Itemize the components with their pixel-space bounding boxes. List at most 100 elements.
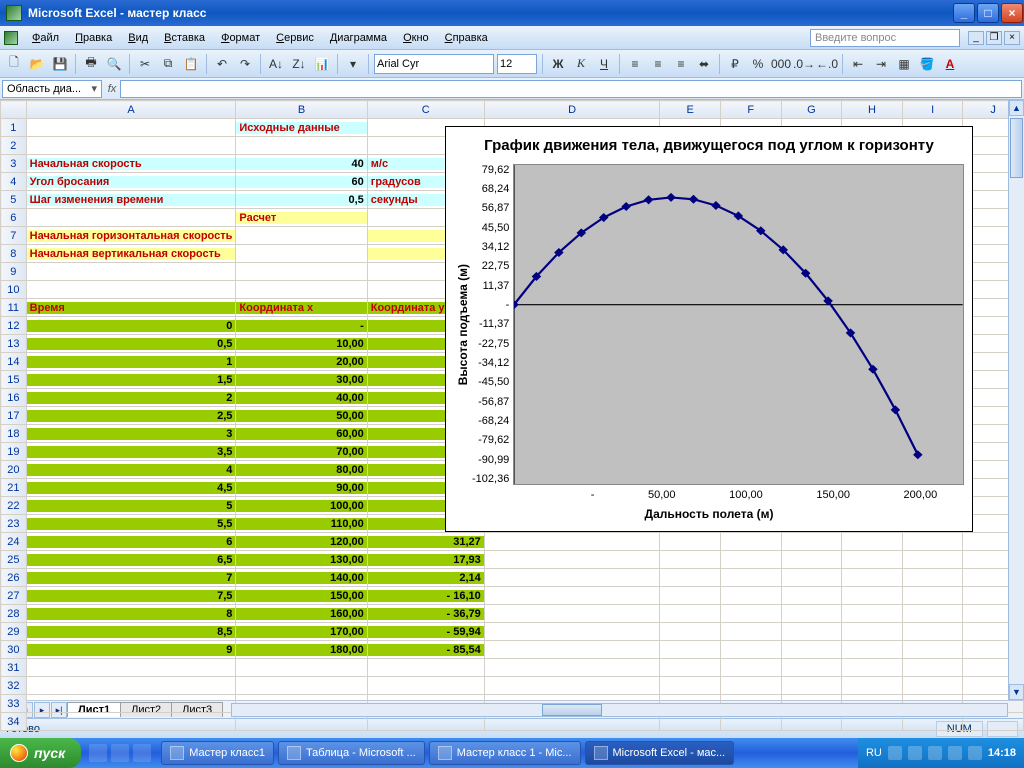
cell[interactable]: 110,00 xyxy=(236,518,366,530)
cell[interactable]: 2,5 xyxy=(27,410,236,422)
window-minimize-button[interactable]: _ xyxy=(953,3,975,23)
cell[interactable]: 50,00 xyxy=(236,410,366,422)
open-file-icon[interactable]: 📂 xyxy=(27,54,47,74)
start-button[interactable]: пуск xyxy=(0,738,81,768)
cell[interactable]: 9 xyxy=(27,644,236,656)
fx-icon[interactable]: fx xyxy=(104,83,120,95)
row-header-17[interactable]: 17 xyxy=(1,407,27,425)
cell[interactable]: 0,5 xyxy=(236,194,366,206)
cell[interactable]: 10,00 xyxy=(236,338,366,350)
ql-ie-icon[interactable] xyxy=(111,744,129,762)
currency-icon[interactable]: ₽ xyxy=(725,54,745,74)
cell[interactable]: 40 xyxy=(236,158,366,170)
scroll-up-button[interactable]: ▲ xyxy=(1009,100,1024,116)
sort-desc-icon[interactable]: Z↓ xyxy=(289,54,309,74)
cell[interactable]: Координата x xyxy=(236,302,366,314)
paste-icon[interactable]: 📋 xyxy=(181,54,201,74)
window-close-button[interactable]: × xyxy=(1001,3,1023,23)
row-header-26[interactable]: 26 xyxy=(1,569,27,587)
cell[interactable]: 2 xyxy=(27,392,236,404)
vertical-scrollbar[interactable]: ▲ ▼ xyxy=(1008,100,1024,700)
cell[interactable]: 0 xyxy=(27,320,236,332)
row-header-31[interactable]: 31 xyxy=(1,659,27,677)
ql-media-icon[interactable] xyxy=(133,744,151,762)
italic-button[interactable]: К xyxy=(571,54,591,74)
col-header-E[interactable]: E xyxy=(660,101,721,119)
cell[interactable]: 30,00 xyxy=(236,374,366,386)
window-maximize-button[interactable]: □ xyxy=(977,3,999,23)
increase-indent-icon[interactable]: ⇥ xyxy=(871,54,891,74)
row-header-34[interactable]: 34 xyxy=(1,713,27,731)
cell[interactable]: 1,5 xyxy=(27,374,236,386)
cell[interactable]: 7,5 xyxy=(27,590,236,602)
cell[interactable]: 3,5 xyxy=(27,446,236,458)
cell[interactable]: 140,00 xyxy=(236,572,366,584)
row-header-20[interactable]: 20 xyxy=(1,461,27,479)
row-header-30[interactable]: 30 xyxy=(1,641,27,659)
cell[interactable]: Расчет xyxy=(236,212,366,224)
menu-файл[interactable]: Файл xyxy=(24,29,67,47)
menu-диаграмма[interactable]: Диаграмма xyxy=(322,29,395,47)
cell[interactable]: 6,5 xyxy=(27,554,236,566)
cell[interactable]: 0,5 xyxy=(27,338,236,350)
ql-desktop-icon[interactable] xyxy=(89,744,107,762)
cell[interactable]: 1 xyxy=(27,356,236,368)
row-header-10[interactable]: 10 xyxy=(1,281,27,299)
formula-bar[interactable] xyxy=(120,80,1022,98)
cell[interactable]: 5 xyxy=(27,500,236,512)
help-search-input[interactable] xyxy=(810,29,960,47)
cell[interactable]: - 36,79 xyxy=(368,608,484,620)
taskbar-item[interactable]: Microsoft Excel - мас... xyxy=(585,741,735,765)
row-header-13[interactable]: 13 xyxy=(1,335,27,353)
tray-display-icon[interactable] xyxy=(968,746,982,760)
taskbar-item[interactable]: Мастер класс1 xyxy=(161,741,274,765)
menu-правка[interactable]: Правка xyxy=(67,29,120,47)
cell[interactable]: 20,00 xyxy=(236,356,366,368)
row-header-2[interactable]: 2 xyxy=(1,137,27,155)
row-header-15[interactable]: 15 xyxy=(1,371,27,389)
mdi-restore-button[interactable]: ❐ xyxy=(986,31,1002,45)
row-header-25[interactable]: 25 xyxy=(1,551,27,569)
cell[interactable]: - 85,54 xyxy=(368,644,484,656)
print-preview-icon[interactable]: 🔍 xyxy=(104,54,124,74)
borders-icon[interactable]: ▦ xyxy=(894,54,914,74)
row-header-6[interactable]: 6 xyxy=(1,209,27,227)
cell[interactable]: 80,00 xyxy=(236,464,366,476)
scroll-down-button[interactable]: ▼ xyxy=(1009,684,1024,700)
cell[interactable]: 4,5 xyxy=(27,482,236,494)
col-header-H[interactable]: H xyxy=(842,101,903,119)
tray-lang[interactable]: RU xyxy=(866,747,882,759)
taskbar-item[interactable]: Таблица - Microsoft ... xyxy=(278,741,425,765)
row-header-16[interactable]: 16 xyxy=(1,389,27,407)
cell[interactable]: 70,00 xyxy=(236,446,366,458)
align-left-icon[interactable]: ≡ xyxy=(625,54,645,74)
sort-asc-icon[interactable]: A↓ xyxy=(266,54,286,74)
col-header-B[interactable]: B xyxy=(236,101,367,119)
cell[interactable]: - 16,10 xyxy=(368,590,484,602)
new-file-icon[interactable]: 🗋 xyxy=(4,54,24,74)
cell[interactable]: 8,5 xyxy=(27,626,236,638)
cell[interactable]: Начальная вертикальная скорость xyxy=(27,248,236,260)
menu-окно[interactable]: Окно xyxy=(395,29,437,47)
cell[interactable]: 5,5 xyxy=(27,518,236,530)
col-header-C[interactable]: C xyxy=(367,101,484,119)
row-header-32[interactable]: 32 xyxy=(1,677,27,695)
col-header-I[interactable]: I xyxy=(902,101,963,119)
cell[interactable]: - 59,94 xyxy=(368,626,484,638)
cell[interactable]: 6 xyxy=(27,536,236,548)
row-header-7[interactable]: 7 xyxy=(1,227,27,245)
embedded-chart[interactable]: График движения тела, движущегося под уг… xyxy=(445,126,973,532)
row-header-4[interactable]: 4 xyxy=(1,173,27,191)
zoom-dropdown[interactable]: ▾ xyxy=(343,54,363,74)
print-icon[interactable]: 🖶 xyxy=(81,54,101,74)
cell[interactable]: 40,00 xyxy=(236,392,366,404)
scrollbar-thumb[interactable] xyxy=(1010,118,1023,178)
percent-icon[interactable]: % xyxy=(748,54,768,74)
font-name-select[interactable] xyxy=(374,54,494,74)
tray-volume-icon[interactable] xyxy=(908,746,922,760)
taskbar-item[interactable]: Мастер класс 1 - Mic... xyxy=(429,741,581,765)
row-header-5[interactable]: 5 xyxy=(1,191,27,209)
menu-вставка[interactable]: Вставка xyxy=(156,29,213,47)
comma-icon[interactable]: 000 xyxy=(771,54,791,74)
tray-chevron-icon[interactable] xyxy=(888,746,902,760)
